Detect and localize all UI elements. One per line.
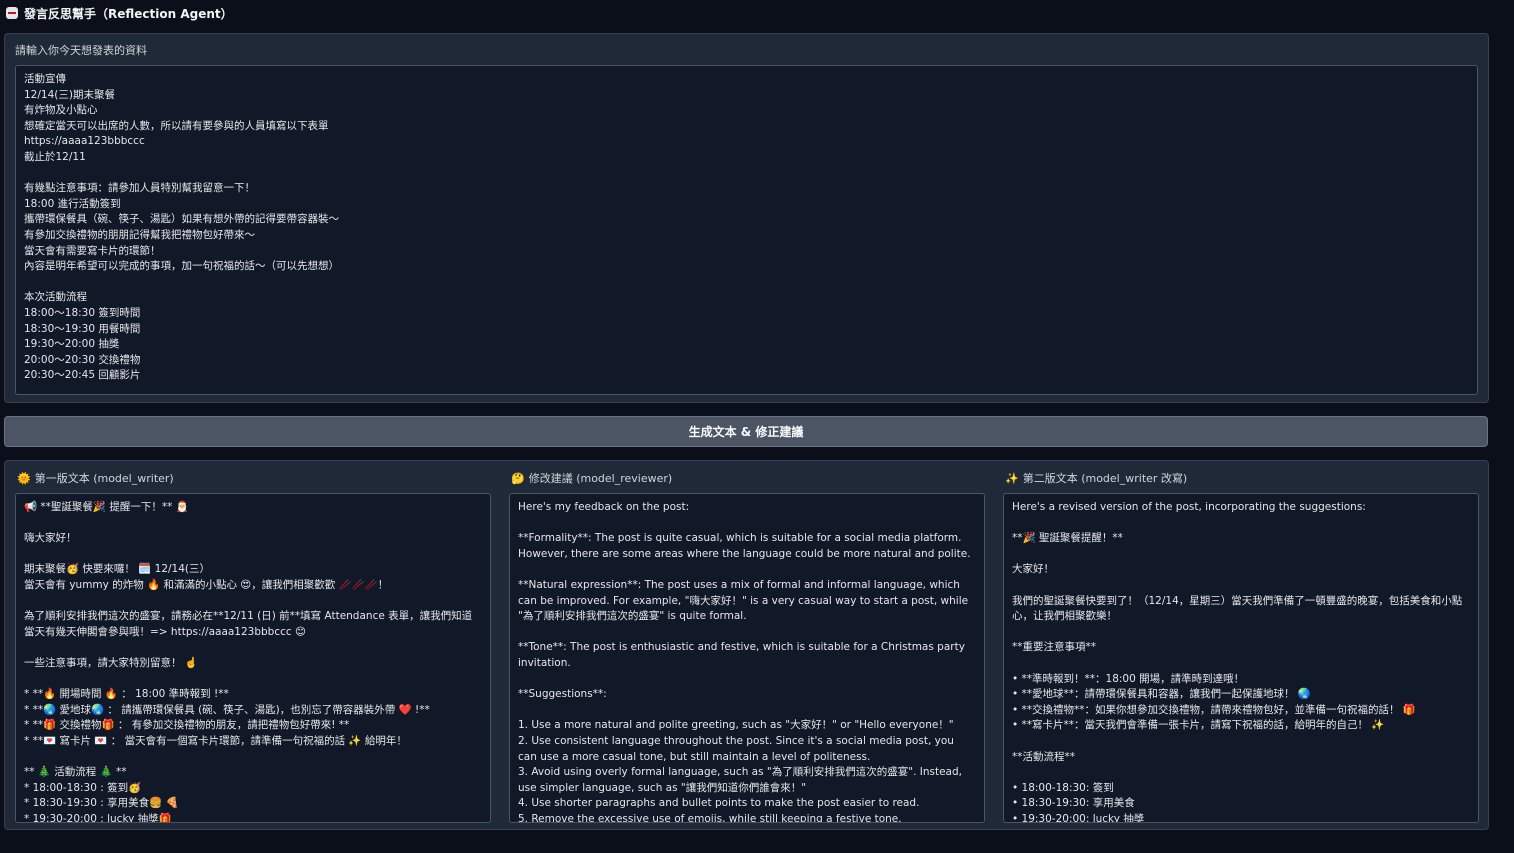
robot-icon bbox=[6, 7, 18, 19]
generate-button[interactable]: 生成文本 & 修正建議 bbox=[4, 416, 1488, 447]
output-panel: 🌞 第一版文本 (model_writer) 📢 **聖誕聚餐🎉 提醒一下！**… bbox=[4, 460, 1489, 830]
writer-output-label: 🌞 第一版文本 (model_writer) bbox=[17, 470, 174, 486]
rewrite-output-textbox[interactable]: Here's a revised version of the post, in… bbox=[1003, 493, 1479, 823]
reviewer-output-textbox[interactable]: Here's my feedback on the post: **Formal… bbox=[509, 493, 985, 823]
input-label: 請輸入你今天想發表的資料 bbox=[15, 44, 147, 57]
writer-output-label-text: 第一版文本 (model_writer) bbox=[34, 472, 174, 485]
thinking-emoji-icon: 🤔 bbox=[511, 471, 525, 485]
post-input-textarea[interactable]: 活動宣傳 12/14(三)期末聚餐 有炸物及小點心 想確定當天可以出席的人數，所… bbox=[15, 65, 1478, 395]
app-title-text: 發言反思幫手（Reflection Agent） bbox=[24, 6, 233, 21]
writer-output-textbox[interactable]: 📢 **聖誕聚餐🎉 提醒一下！** 🎅 嗨大家好！ 期末聚餐🥳 快要來囉！ 🗓️… bbox=[15, 493, 491, 823]
sparkles-emoji-icon: ✨ bbox=[1005, 471, 1019, 485]
sun-emoji-icon: 🌞 bbox=[17, 471, 31, 485]
rewrite-output-label: ✨ 第二版文本 (model_writer 改寫) bbox=[1005, 470, 1187, 486]
reviewer-output-label: 🤔 修改建議 (model_reviewer) bbox=[511, 470, 672, 486]
reviewer-output-label-text: 修改建議 (model_reviewer) bbox=[528, 472, 673, 485]
app-title: 發言反思幫手（Reflection Agent） bbox=[6, 4, 233, 22]
input-panel: 請輸入你今天想發表的資料 活動宣傳 12/14(三)期末聚餐 有炸物及小點心 想… bbox=[4, 33, 1489, 403]
rewrite-output-label-text: 第二版文本 (model_writer 改寫) bbox=[1022, 472, 1188, 485]
